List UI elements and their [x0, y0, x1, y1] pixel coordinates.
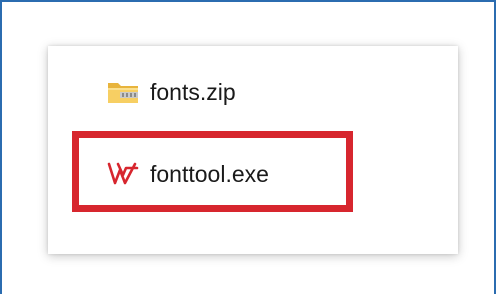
window-frame: fonts.zip fonttool.exe — [0, 0, 496, 294]
zip-folder-icon — [106, 77, 140, 107]
file-item-fonts-zip[interactable]: fonts.zip — [106, 72, 236, 112]
highlight-box — [72, 131, 353, 212]
file-list-panel: fonts.zip fonttool.exe — [48, 46, 458, 254]
file-name-label: fonts.zip — [150, 78, 236, 105]
